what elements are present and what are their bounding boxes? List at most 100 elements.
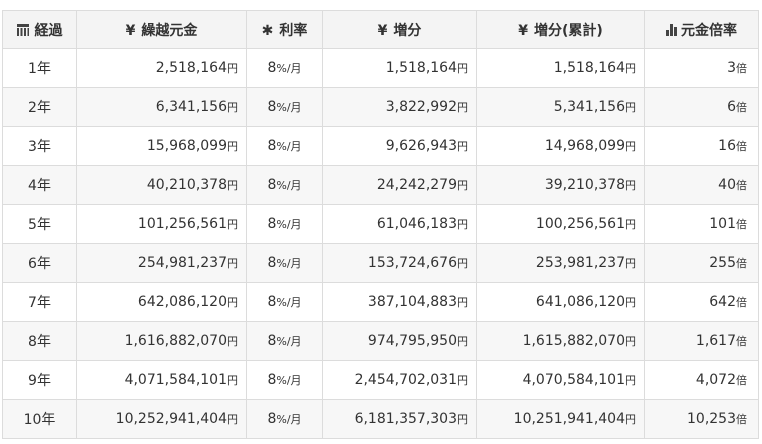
rate-cell: 8%/月 xyxy=(246,360,323,400)
yen-icon: ¥ xyxy=(377,22,388,39)
year-value: 8年 xyxy=(28,334,51,350)
yen-unit: 円 xyxy=(625,257,636,270)
multiple-cell: 642倍 xyxy=(644,282,759,322)
yen-unit: 円 xyxy=(457,335,468,348)
rate-cell: 8%/月 xyxy=(246,165,323,205)
principal-cell: 254,981,237円 xyxy=(76,243,247,283)
increase-value: 153,724,676 xyxy=(367,255,457,271)
yen-icon: ¥ xyxy=(518,22,528,39)
rate-cell: 8%/月 xyxy=(246,399,323,439)
asterisk-icon: ✱ xyxy=(261,22,274,39)
header-cumulative-label: 増分(累計) xyxy=(533,22,603,39)
yen-unit: 円 xyxy=(227,140,238,153)
yen-unit: 円 xyxy=(227,218,238,231)
rate-cell: 8%/月 xyxy=(246,321,323,361)
cumulative-cell: 39,210,378円 xyxy=(476,165,645,205)
cumulative-cell: 253,981,237円 xyxy=(476,243,645,283)
compound-interest-table: 経過 ¥ 繰越元金 ✱ 利率 ¥ 増分 ¥ 増分(累計) 元金倍率 1年 2,518,16… xyxy=(2,10,759,439)
times-unit: 倍 xyxy=(736,101,747,114)
cumulative-value: 1,518,164 xyxy=(553,60,625,76)
multiple-cell: 4,072倍 xyxy=(644,360,759,400)
principal-value: 642,086,120 xyxy=(137,294,227,310)
multiple-value: 4,072 xyxy=(695,372,736,388)
cumulative-value: 1,615,882,070 xyxy=(522,333,625,349)
yen-unit: 円 xyxy=(625,62,636,75)
header-multiple: 元金倍率 xyxy=(644,10,759,49)
times-unit: 倍 xyxy=(736,62,747,75)
multiple-value: 16 xyxy=(718,138,736,154)
rate-cell: 8%/月 xyxy=(246,243,323,283)
year-value: 7年 xyxy=(28,295,51,311)
increase-cell: 6,181,357,303円 xyxy=(322,399,477,439)
header-multiple-label: 元金倍率 xyxy=(681,22,737,39)
rate-cell: 8%/月 xyxy=(246,282,323,322)
rate-unit: %/月 xyxy=(276,179,302,192)
yen-unit: 円 xyxy=(625,218,636,231)
principal-cell: 2,518,164円 xyxy=(76,48,247,88)
rate-unit: %/月 xyxy=(276,335,302,348)
multiple-value: 642 xyxy=(709,294,736,310)
year-cell: 1年 xyxy=(2,48,77,88)
cumulative-value: 10,251,941,404 xyxy=(513,411,625,427)
year-cell: 7年 xyxy=(2,282,77,322)
header-year-label: 経過 xyxy=(34,22,63,39)
multiple-value: 1,617 xyxy=(695,333,736,349)
year-value: 3年 xyxy=(28,139,51,155)
cumulative-cell: 1,518,164円 xyxy=(476,48,645,88)
multiple-cell: 101倍 xyxy=(644,204,759,244)
yen-unit: 円 xyxy=(227,413,238,426)
rate-cell: 8%/月 xyxy=(246,204,323,244)
year-cell: 5年 xyxy=(2,204,77,244)
multiple-value: 3 xyxy=(727,60,736,76)
multiple-value: 6 xyxy=(727,99,736,115)
increase-cell: 974,795,950円 xyxy=(322,321,477,361)
principal-cell: 101,256,561円 xyxy=(76,204,247,244)
cumulative-cell: 4,070,584,101円 xyxy=(476,360,645,400)
principal-value: 254,981,237 xyxy=(137,255,227,271)
yen-unit: 円 xyxy=(457,101,468,114)
rate-cell: 8%/月 xyxy=(246,48,323,88)
times-unit: 倍 xyxy=(736,296,747,309)
yen-unit: 円 xyxy=(227,101,238,114)
table-row: 2年 6,341,156円 8%/月 3,822,992円 5,341,156円 6倍 xyxy=(2,87,759,127)
year-value: 2年 xyxy=(28,100,51,116)
yen-unit: 円 xyxy=(457,413,468,426)
yen-unit: 円 xyxy=(457,218,468,231)
table-row: 6年 254,981,237円 8%/月 153,724,676円 253,981,23… xyxy=(2,243,759,283)
principal-value: 1,616,882,070 xyxy=(124,333,227,349)
multiple-cell: 255倍 xyxy=(644,243,759,283)
year-cell: 4年 xyxy=(2,165,77,205)
principal-cell: 1,616,882,070円 xyxy=(76,321,247,361)
year-value: 10年 xyxy=(23,412,56,428)
yen-unit: 円 xyxy=(227,296,238,309)
times-unit: 倍 xyxy=(736,257,747,270)
increase-value: 61,046,183 xyxy=(376,216,457,232)
increase-value: 9,626,943 xyxy=(385,138,457,154)
yen-unit: 円 xyxy=(625,335,636,348)
table-row: 8年 1,616,882,070円 8%/月 974,795,950円 1,615,88… xyxy=(2,321,759,361)
times-unit: 倍 xyxy=(736,140,747,153)
rate-unit: %/月 xyxy=(276,257,302,270)
year-value: 4年 xyxy=(28,178,51,194)
yen-icon: ¥ xyxy=(125,22,136,39)
header-principal: ¥ 繰越元金 xyxy=(76,10,247,49)
multiple-cell: 40倍 xyxy=(644,165,759,205)
year-cell: 9年 xyxy=(2,360,77,400)
increase-cell: 1,518,164円 xyxy=(322,48,477,88)
increase-value: 2,454,702,031 xyxy=(354,372,457,388)
header-principal-label: 繰越元金 xyxy=(141,22,198,39)
table-row: 4年 40,210,378円 8%/月 24,242,279円 39,210,378円 4… xyxy=(2,165,759,205)
cumulative-value: 253,981,237 xyxy=(535,255,625,271)
table-row: 3年 15,968,099円 8%/月 9,626,943円 14,968,099円 16… xyxy=(2,126,759,166)
yen-unit: 円 xyxy=(227,257,238,270)
multiple-cell: 10,253倍 xyxy=(644,399,759,439)
rate-unit: %/月 xyxy=(276,218,302,231)
increase-cell: 9,626,943円 xyxy=(322,126,477,166)
increase-value: 974,795,950 xyxy=(367,333,457,349)
cumulative-value: 5,341,156 xyxy=(553,99,625,115)
year-value: 5年 xyxy=(28,217,51,233)
multiple-cell: 1,617倍 xyxy=(644,321,759,361)
times-unit: 倍 xyxy=(736,218,747,231)
cumulative-cell: 10,251,941,404円 xyxy=(476,399,645,439)
yen-unit: 円 xyxy=(457,296,468,309)
